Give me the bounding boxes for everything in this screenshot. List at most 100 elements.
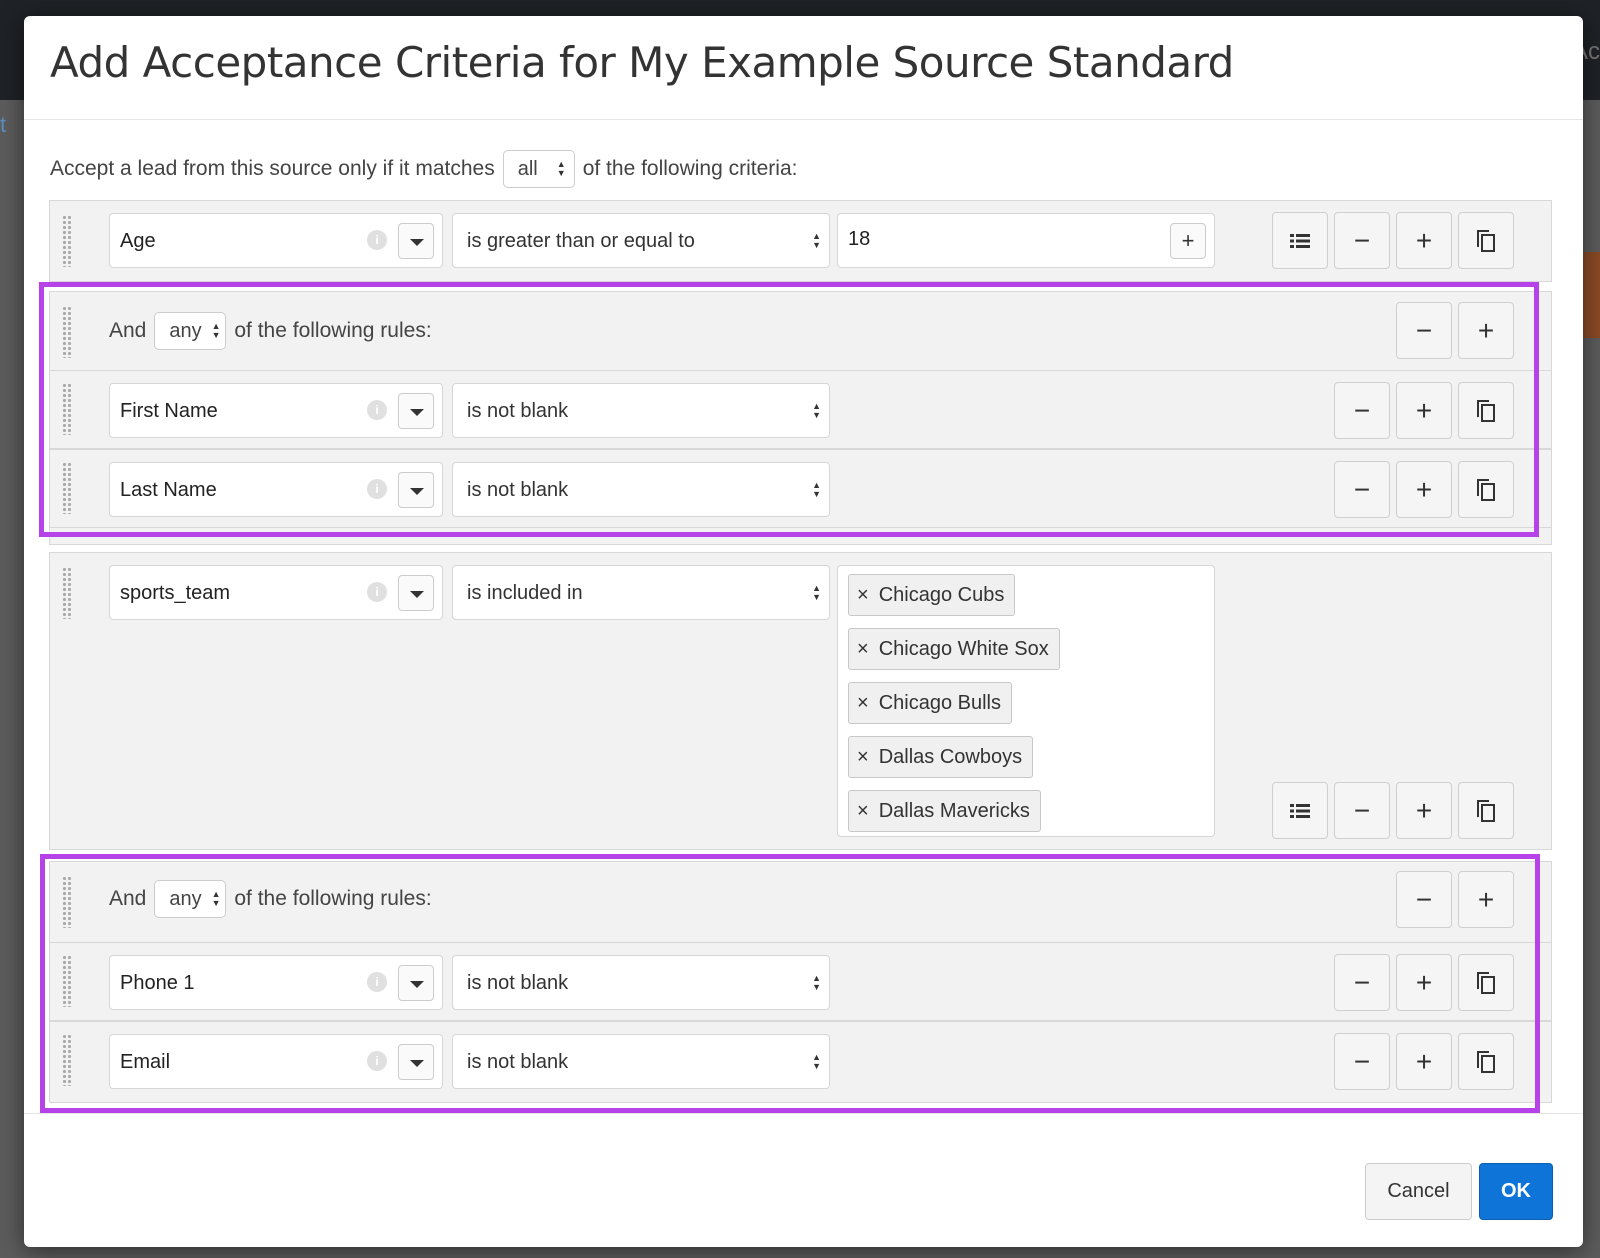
remove-group-button[interactable]: − <box>1396 871 1452 928</box>
close-icon[interactable]: × <box>857 746 869 769</box>
add-group-rule-button[interactable]: + <box>1458 302 1514 359</box>
copy-rule-button[interactable] <box>1458 1033 1514 1090</box>
field-select[interactable]: sports_team i <box>109 565 443 620</box>
match-mode-value: all <box>517 157 538 180</box>
criteria-row-last-name: Last Name i is not blank ▲ ▼ − + <box>50 449 1551 528</box>
copy-rule-button[interactable] <box>1458 461 1514 518</box>
drag-handle[interactable] <box>62 876 72 928</box>
field-select[interactable]: Age i <box>109 213 443 268</box>
add-rule-button[interactable]: + <box>1396 382 1452 439</box>
chevron-down-icon[interactable] <box>398 965 434 1001</box>
add-rule-button[interactable]: + <box>1396 212 1452 269</box>
chevron-down-icon[interactable] <box>398 472 434 508</box>
remove-rule-button[interactable]: − <box>1334 1033 1390 1090</box>
acceptance-criteria-dialog: Add Acceptance Criteria for My Example S… <box>24 16 1583 1247</box>
operator-select[interactable]: is not blank ▲ ▼ <box>452 462 830 517</box>
operator-select[interactable]: is not blank ▲ ▼ <box>452 955 830 1010</box>
match-mode-select[interactable]: all ▲ ▼ <box>502 150 575 188</box>
add-value-button[interactable]: + <box>1170 223 1206 259</box>
chevron-down-icon[interactable] <box>398 1044 434 1080</box>
criteria-row-first-name: First Name i is not blank ▲ ▼ − + <box>50 370 1551 449</box>
operator-select[interactable]: is not blank ▲ ▼ <box>452 383 830 438</box>
operator-value: is not blank <box>467 479 569 501</box>
copy-icon <box>1477 971 1495 994</box>
add-rule-button[interactable]: + <box>1396 461 1452 518</box>
field-name: First Name <box>120 400 218 422</box>
included-values-box[interactable]: × Chicago Cubs × Chicago White Sox × Chi… <box>837 565 1215 837</box>
drag-handle[interactable] <box>62 567 72 619</box>
info-icon[interactable]: i <box>367 230 387 250</box>
list-icon <box>1290 233 1310 248</box>
ok-button[interactable]: OK <box>1479 1163 1553 1220</box>
criteria-row-sports-team: sports_team i is included in ▲ ▼ × Chicag… <box>49 552 1552 850</box>
field-select[interactable]: Email i <box>109 1034 443 1089</box>
select-arrows-icon: ▲ ▼ <box>812 583 821 602</box>
operator-select[interactable]: is included in ▲ ▼ <box>452 565 830 620</box>
copy-icon <box>1477 478 1495 501</box>
remove-rule-button[interactable]: − <box>1334 212 1390 269</box>
tag-label: Dallas Cowboys <box>878 745 1023 768</box>
drag-handle[interactable] <box>62 383 72 435</box>
operator-value: is greater than or equal to <box>467 230 695 252</box>
field-select[interactable]: Phone 1 i <box>109 955 443 1010</box>
group-match-value: any <box>169 319 202 342</box>
close-icon[interactable]: × <box>857 800 869 823</box>
chevron-down-icon[interactable] <box>398 223 434 259</box>
add-rule-button[interactable]: + <box>1396 782 1452 839</box>
criteria-row-phone-1: Phone 1 i is not blank ▲ ▼ − + <box>50 942 1551 1021</box>
remove-group-button[interactable]: − <box>1396 302 1452 359</box>
drag-handle[interactable] <box>62 955 72 1007</box>
operator-value: is included in <box>467 582 583 604</box>
value-tag: × Chicago Cubs <box>848 574 1016 616</box>
value-tag: × Dallas Mavericks <box>848 790 1041 832</box>
info-icon[interactable]: i <box>367 972 387 992</box>
value-input[interactable]: 18 + <box>837 213 1215 268</box>
field-select[interactable]: First Name i <box>109 383 443 438</box>
group-match-select[interactable]: any ▲ ▼ <box>154 312 227 350</box>
close-icon[interactable]: × <box>857 584 869 607</box>
group-match-select[interactable]: any ▲ ▼ <box>154 880 227 918</box>
add-rule-button[interactable]: + <box>1396 1033 1452 1090</box>
remove-rule-button[interactable]: − <box>1334 382 1390 439</box>
list-view-button[interactable] <box>1272 782 1328 839</box>
copy-rule-button[interactable] <box>1458 382 1514 439</box>
drag-handle[interactable] <box>62 1034 72 1086</box>
operator-value: is not blank <box>467 1051 569 1073</box>
operator-select[interactable]: is greater than or equal to ▲ ▼ <box>452 213 830 268</box>
criteria-row-age: Age i is greater than or equal to ▲ ▼ 18 … <box>49 200 1552 282</box>
group-suffix: of the following rules: <box>234 887 432 910</box>
group-prefix: And <box>109 319 147 342</box>
drag-handle[interactable] <box>62 462 72 514</box>
info-icon[interactable]: i <box>367 479 387 499</box>
chevron-down-icon[interactable] <box>398 575 434 611</box>
drag-handle[interactable] <box>62 215 72 267</box>
chevron-down-icon[interactable] <box>398 393 434 429</box>
cancel-button[interactable]: Cancel <box>1365 1163 1472 1220</box>
info-icon[interactable]: i <box>367 1051 387 1071</box>
operator-select[interactable]: is not blank ▲ ▼ <box>452 1034 830 1089</box>
info-icon[interactable]: i <box>367 400 387 420</box>
copy-rule-button[interactable] <box>1458 782 1514 839</box>
dialog-header: Add Acceptance Criteria for My Example S… <box>24 16 1583 120</box>
list-view-button[interactable] <box>1272 212 1328 269</box>
copy-rule-button[interactable] <box>1458 954 1514 1011</box>
add-group-rule-button[interactable]: + <box>1458 871 1514 928</box>
copy-icon <box>1477 1050 1495 1073</box>
remove-rule-button[interactable]: − <box>1334 954 1390 1011</box>
info-icon[interactable]: i <box>367 582 387 602</box>
remove-rule-button[interactable]: − <box>1334 461 1390 518</box>
value-tag: × Dallas Cowboys <box>848 736 1034 778</box>
field-name: sports_team <box>120 582 231 604</box>
copy-rule-button[interactable] <box>1458 212 1514 269</box>
close-icon[interactable]: × <box>857 638 869 661</box>
add-rule-button[interactable]: + <box>1396 954 1452 1011</box>
remove-rule-button[interactable]: − <box>1334 782 1390 839</box>
value-tag: × Chicago White Sox <box>848 628 1060 670</box>
close-icon[interactable]: × <box>857 692 869 715</box>
drag-handle[interactable] <box>62 306 72 358</box>
select-arrows-icon: ▲ ▼ <box>211 889 221 908</box>
field-select[interactable]: Last Name i <box>109 462 443 517</box>
background-link-text: t <box>0 112 7 137</box>
field-name: Email <box>120 1051 171 1073</box>
field-name: Last Name <box>120 479 217 501</box>
